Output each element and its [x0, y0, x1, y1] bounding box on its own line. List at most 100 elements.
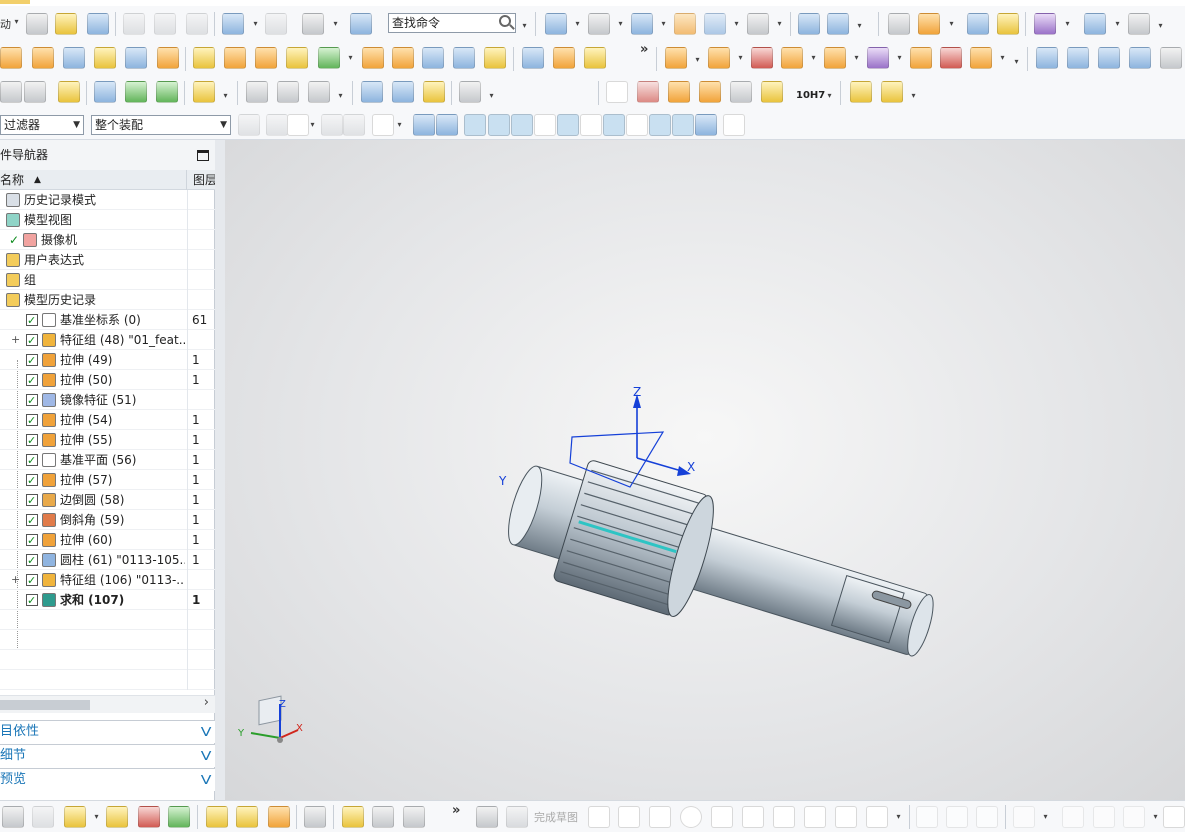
point-icon[interactable]	[835, 806, 857, 828]
chamfer-sketch-icon[interactable]	[742, 806, 764, 828]
section-dependencies[interactable]: 目依性 V	[0, 720, 215, 743]
cut-icon[interactable]	[123, 13, 145, 35]
pattern-assembly-icon[interactable]	[236, 806, 258, 828]
section-details[interactable]: 细节 V	[0, 744, 215, 767]
offset-curve-icon[interactable]	[866, 806, 888, 828]
add-component-icon[interactable]	[665, 47, 687, 69]
intersection-point-icon[interactable]	[580, 114, 602, 136]
visibility-checkbox[interactable]	[26, 591, 38, 611]
dimension-icon[interactable]	[668, 81, 690, 103]
chevron-down-icon[interactable]: ▾	[347, 47, 354, 69]
type-filter-dropdown[interactable]: 过滤器 ▼	[0, 115, 84, 135]
mirror-icon[interactable]	[138, 806, 160, 828]
navigator-row[interactable]: ✓ 摄像机	[0, 230, 215, 250]
snap-icon[interactable]	[827, 13, 849, 35]
visibility-checkbox[interactable]	[26, 571, 38, 591]
measure-icon[interactable]	[967, 13, 989, 35]
fit-view-icon[interactable]	[545, 13, 567, 35]
arc-tool-icon[interactable]	[308, 81, 330, 103]
chevron-down-icon[interactable]: ▾	[737, 47, 744, 69]
remove-component-icon[interactable]	[751, 47, 773, 69]
visibility-checkbox[interactable]	[26, 551, 38, 571]
chamfer-tool-icon[interactable]	[553, 47, 575, 69]
chevron-down-icon[interactable]: ▾	[574, 13, 581, 35]
move-object-icon[interactable]	[798, 13, 820, 35]
sketch-curve-icon[interactable]	[246, 81, 268, 103]
point-on-curve-icon[interactable]	[672, 114, 694, 136]
edit-feature-icon[interactable]	[94, 81, 116, 103]
navigator-row[interactable]: 求和 (107) 1	[0, 590, 215, 611]
layer-stack-icon[interactable]	[0, 81, 22, 103]
check-icon[interactable]: ✓	[9, 230, 19, 250]
bearing-icon[interactable]	[423, 81, 445, 103]
chevron-down-icon[interactable]: ▾	[332, 13, 339, 35]
navigator-row[interactable]: 拉伸 (60) 1	[0, 530, 215, 551]
chevron-down-icon[interactable]: ▾	[1042, 806, 1049, 828]
clip-view-icon[interactable]	[704, 13, 726, 35]
shell-icon[interactable]	[453, 47, 475, 69]
arc-center-icon[interactable]	[603, 114, 625, 136]
chevron-down-icon[interactable]: ▾	[1114, 13, 1121, 35]
assembly-cubes-icon[interactable]	[850, 81, 872, 103]
select-face-icon[interactable]	[343, 114, 365, 136]
rapid-dimension-icon[interactable]	[1093, 806, 1115, 828]
replace-feature-icon[interactable]	[156, 81, 178, 103]
component-pattern-icon[interactable]	[824, 47, 846, 69]
polygon-icon[interactable]	[804, 806, 826, 828]
select-all-icon[interactable]	[266, 114, 288, 136]
visibility-checkbox[interactable]	[26, 451, 38, 471]
make-corner-icon[interactable]	[976, 806, 998, 828]
pattern-tool-icon[interactable]	[193, 47, 215, 69]
symbol-icon[interactable]	[699, 81, 721, 103]
wave-link-icon[interactable]	[106, 806, 128, 828]
triangle-icon[interactable]	[606, 81, 628, 103]
assembly-cylinder-icon[interactable]	[2, 806, 24, 828]
select-feature-icon[interactable]	[321, 114, 343, 136]
shaded-cube-icon[interactable]	[631, 13, 653, 35]
visibility-checkbox[interactable]	[26, 491, 38, 511]
visibility-checkbox[interactable]	[26, 411, 38, 431]
selection-scope-dropdown[interactable]: 整个装配 ▼	[91, 115, 231, 135]
chevron-down-icon[interactable]: ▾	[810, 47, 817, 69]
profile-icon[interactable]	[588, 806, 610, 828]
partial-menu-label[interactable]: 动	[0, 16, 11, 32]
chevron-down-icon[interactable]: ▾	[13, 11, 20, 33]
layer-window-icon[interactable]	[747, 13, 769, 35]
more-tools-icon[interactable]: »	[640, 42, 648, 57]
snap-body-icon[interactable]	[413, 114, 435, 136]
boss-tool-icon[interactable]	[94, 47, 116, 69]
snap-point-icon[interactable]	[464, 114, 486, 136]
existing-point-icon[interactable]	[649, 114, 671, 136]
navigator-row[interactable]: 拉伸 (55) 1	[0, 430, 215, 451]
chevron-down-icon[interactable]: ▾	[1013, 51, 1020, 73]
grid-snap-icon[interactable]	[723, 114, 745, 136]
info-icon[interactable]	[350, 13, 372, 35]
circle-icon[interactable]	[680, 806, 702, 828]
visibility-checkbox[interactable]	[26, 311, 38, 331]
split-body-icon[interactable]	[392, 47, 414, 69]
assembly-stack-icon[interactable]	[881, 81, 903, 103]
column-header-name[interactable]: 名称 ▲	[0, 170, 187, 190]
expand-icon[interactable]: +	[11, 570, 20, 590]
navigator-row[interactable]: 模型视图	[0, 210, 215, 230]
view-orient-icon[interactable]	[588, 13, 610, 35]
chevron-down-icon[interactable]: ▾	[896, 47, 903, 69]
navigator-row[interactable]: 用户表达式	[0, 250, 215, 270]
gear-shaft-model[interactable]: Z X Y	[495, 385, 947, 689]
spline-icon[interactable]	[277, 81, 299, 103]
exploded-view-icon[interactable]	[940, 47, 962, 69]
chevron-down-icon[interactable]: ▾	[694, 49, 701, 71]
new-component-icon[interactable]	[708, 47, 730, 69]
section-preview[interactable]: 预览 V	[0, 768, 215, 791]
navigator-row[interactable]: 圆柱 (61) "0113-105... 1	[0, 550, 215, 571]
chevron-down-icon[interactable]: ▾	[999, 47, 1006, 69]
scroll-right-icon[interactable]: ›	[204, 695, 209, 710]
swept-icon[interactable]	[1098, 47, 1120, 69]
chevron-down-icon[interactable]: ▾	[826, 85, 833, 107]
add-part-icon[interactable]	[64, 806, 86, 828]
assembly-constraint-icon[interactable]	[910, 47, 932, 69]
control-point-icon[interactable]	[557, 114, 579, 136]
navigator-row[interactable]: 拉伸 (57) 1	[0, 470, 215, 491]
chevron-down-icon[interactable]: ▾	[1157, 15, 1164, 37]
navigator-row[interactable]: 基准平面 (56) 1	[0, 450, 215, 471]
